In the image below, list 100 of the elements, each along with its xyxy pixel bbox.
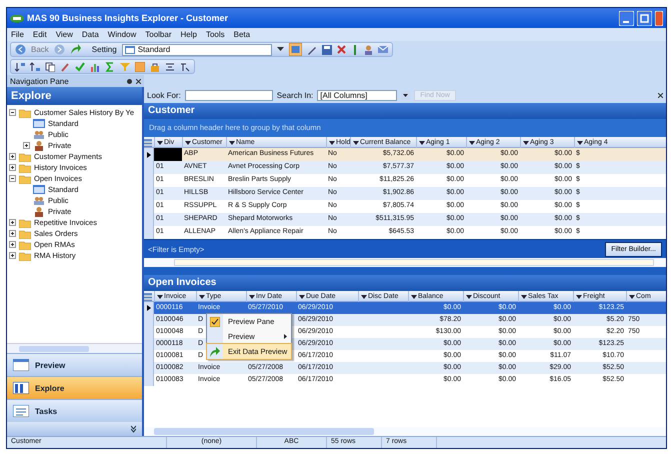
horizontal-scrollbar[interactable] <box>144 427 666 436</box>
dropdown-arrow-icon[interactable] <box>466 294 472 298</box>
menu-item[interactable]: Window <box>108 30 136 39</box>
dropdown-arrow-icon[interactable] <box>523 140 529 144</box>
columns-icon <box>13 382 29 394</box>
folder-icon <box>19 218 31 228</box>
save-icon[interactable] <box>322 44 332 54</box>
menu-item[interactable]: Toolbar <box>145 30 172 39</box>
collapse-icon[interactable] <box>9 175 16 182</box>
expand-icon[interactable] <box>9 153 16 160</box>
horizontal-scrollbar[interactable] <box>144 258 666 267</box>
dropdown-arrow-icon[interactable] <box>521 294 527 298</box>
people-icon <box>33 196 45 206</box>
check-icon[interactable] <box>75 62 85 72</box>
collapse-icon[interactable] <box>9 109 16 116</box>
menu-item[interactable]: File <box>11 30 24 39</box>
dropdown-arrow-icon[interactable] <box>469 140 475 144</box>
dropdown-arrow-icon[interactable] <box>199 294 205 298</box>
people-icon <box>33 130 45 140</box>
nav-button[interactable]: Preview <box>7 353 142 376</box>
dropdown-arrow-icon[interactable] <box>157 294 163 298</box>
back-icon[interactable] <box>15 44 26 55</box>
checkmark-icon <box>210 316 220 326</box>
expand-icon[interactable] <box>9 164 16 171</box>
chart-icon[interactable] <box>90 62 100 72</box>
person-icon[interactable] <box>364 44 373 54</box>
dropdown-arrow-icon[interactable] <box>411 294 417 298</box>
pin-icon[interactable] <box>127 78 132 84</box>
dropdown-arrow-icon[interactable] <box>299 294 305 298</box>
dropdown-arrow-icon[interactable] <box>249 294 255 298</box>
current-row-icon <box>146 305 150 311</box>
menu-item[interactable]: View <box>56 30 73 39</box>
sum-icon[interactable] <box>105 62 115 72</box>
format-icon[interactable] <box>180 62 190 72</box>
nav-button[interactable]: Tasks <box>7 399 142 422</box>
dropdown-arrow-icon[interactable] <box>276 47 284 52</box>
dropdown-arrow-icon[interactable] <box>629 294 635 298</box>
dropdown-arrow-icon[interactable] <box>361 294 367 298</box>
expand-icon[interactable] <box>9 219 16 226</box>
edit-icon[interactable] <box>306 44 317 54</box>
column-chooser-icon[interactable] <box>144 138 152 146</box>
chevron-icon[interactable] <box>131 425 136 433</box>
app-logo-icon <box>10 14 24 22</box>
lock-icon[interactable] <box>150 62 160 72</box>
folder-icon <box>19 228 31 238</box>
go-arrow-icon[interactable] <box>70 44 81 55</box>
menu-item[interactable]: Tools <box>206 30 225 39</box>
table-cell <box>154 148 182 161</box>
row-selector[interactable] <box>144 148 154 161</box>
search-in-dropdown[interactable]: [All Columns] <box>317 90 398 100</box>
look-for-label: Look For: <box>147 90 181 100</box>
folder-icon <box>19 250 31 260</box>
dropdown-arrow-icon[interactable] <box>185 140 191 144</box>
sort-ascending-icon[interactable] <box>15 62 25 72</box>
dropdown-arrow-icon[interactable] <box>353 140 359 144</box>
minimize-icon[interactable] <box>619 10 634 26</box>
search-in-label: Search In: <box>276 90 314 100</box>
delete-icon[interactable] <box>336 45 346 54</box>
dropdown-arrow-icon[interactable] <box>157 140 163 144</box>
search-field[interactable] <box>184 90 273 100</box>
sort-descending-icon[interactable] <box>30 62 40 72</box>
grid-icon <box>33 118 45 128</box>
person-icon <box>33 140 45 150</box>
table-view-icon[interactable] <box>288 43 302 56</box>
maximize-icon[interactable] <box>637 10 652 26</box>
dropdown-arrow-icon[interactable] <box>577 140 583 144</box>
window-title: MAS 90 Business Insights Explorer - Customer <box>27 13 228 23</box>
expand-icon[interactable] <box>23 142 30 149</box>
current-row-icon <box>146 152 150 158</box>
menu-item[interactable]: Help <box>180 30 197 39</box>
menu-item[interactable]: Edit <box>32 30 47 39</box>
grid-icon <box>124 46 135 54</box>
panel-title: Customer <box>144 103 666 119</box>
horizontal-scrollbar[interactable] <box>7 343 142 353</box>
dropdown-arrow-icon[interactable] <box>576 294 582 298</box>
row-selector[interactable] <box>144 302 154 314</box>
expand-icon[interactable] <box>9 241 16 248</box>
grid-icon <box>33 184 45 194</box>
expand-icon[interactable] <box>9 230 16 237</box>
column-chooser-icon[interactable] <box>144 292 152 300</box>
nav-button[interactable]: Explore <box>7 376 142 399</box>
dropdown-arrow-icon[interactable] <box>229 140 235 144</box>
setting-label: Setting <box>92 45 117 54</box>
expand-icon[interactable] <box>9 252 16 259</box>
copy-icon[interactable] <box>45 62 55 72</box>
dropdown-arrow-icon[interactable] <box>329 140 335 144</box>
highlight-icon[interactable] <box>135 62 145 72</box>
setting-dropdown[interactable]: Standard <box>122 44 272 56</box>
align-icon[interactable] <box>165 62 175 72</box>
panel-title: Open Invoices <box>144 275 666 291</box>
mail-icon[interactable] <box>378 46 388 53</box>
list-icon <box>13 405 29 417</box>
pane-header: Explore <box>7 87 142 105</box>
menu-item[interactable]: Data <box>82 30 99 39</box>
menu-item[interactable]: Beta <box>234 30 250 39</box>
folder-icon <box>19 240 31 250</box>
folder-icon <box>19 162 31 172</box>
folder-icon <box>19 108 31 118</box>
window-icon <box>13 359 29 371</box>
dropdown-arrow-icon[interactable] <box>419 140 425 144</box>
